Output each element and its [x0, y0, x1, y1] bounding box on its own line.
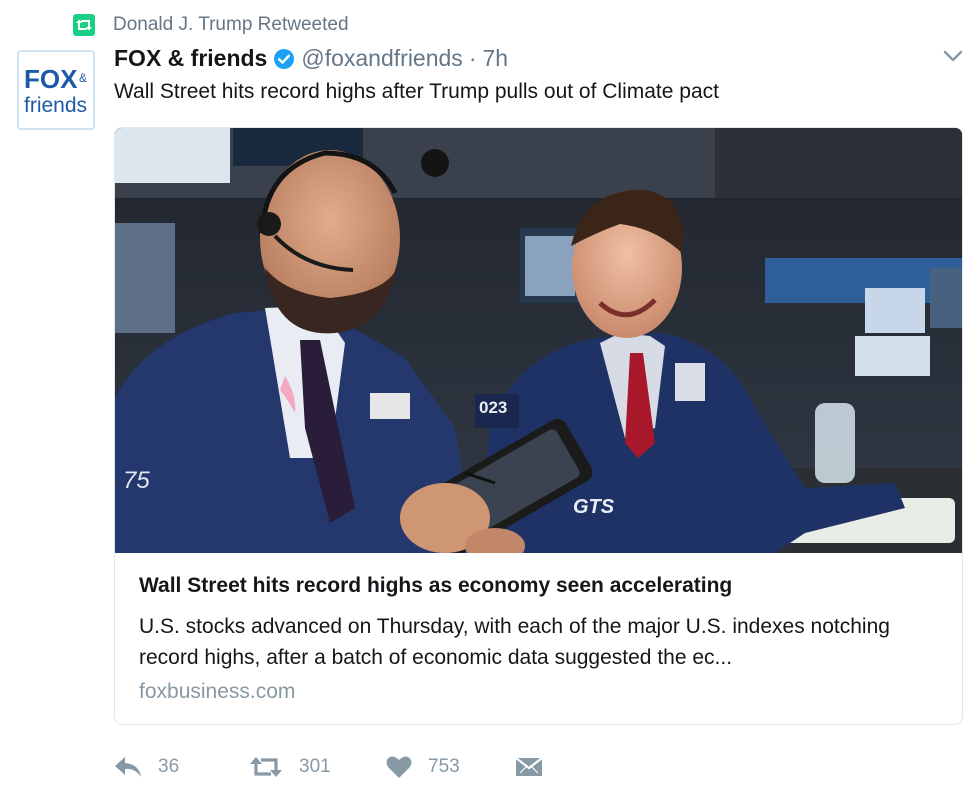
direct-message-button[interactable] [515, 755, 543, 779]
retweet-icon [73, 14, 95, 36]
card-description: U.S. stocks advanced on Thursday, with e… [139, 615, 890, 669]
verified-icon [273, 48, 295, 70]
like-button[interactable]: 753 [386, 755, 515, 779]
chevron-down-icon[interactable] [943, 49, 963, 67]
link-card[interactable]: 023 GTS 75 Wall Street hits record highs… [114, 127, 963, 725]
retweet-context-text: Donald J. Trump Retweeted [113, 14, 349, 35]
badge-number: 023 [479, 398, 507, 417]
retweet-icon [249, 756, 283, 778]
header-separator: · [468, 45, 477, 71]
reply-count: 36 [158, 756, 180, 777]
tweet-timestamp[interactable]: 7h [482, 45, 508, 72]
direct-message-icon [515, 755, 543, 779]
retweet-count: 301 [299, 756, 331, 777]
author-name[interactable]: FOX & friends [114, 45, 267, 72]
avatar[interactable]: FOX & friends [17, 50, 95, 130]
reply-button[interactable]: 36 [114, 756, 249, 778]
tweet-text: Wall Street hits record highs after Trum… [114, 80, 719, 103]
reply-icon [114, 756, 142, 778]
author-handle[interactable]: @foxandfriends [301, 45, 462, 72]
heart-icon [386, 755, 412, 779]
card-image[interactable]: 023 GTS 75 [115, 128, 963, 553]
like-count: 753 [428, 756, 460, 777]
card-domain[interactable]: foxbusiness.com [139, 680, 295, 704]
retweet-context[interactable]: Donald J. Trump Retweeted [73, 14, 349, 36]
tweet-header: FOX & friends @foxandfriends · 7h [114, 45, 508, 72]
svg-text:75: 75 [123, 467, 150, 494]
avatar-logo-text: FOX [24, 64, 78, 94]
card-title[interactable]: Wall Street hits record highs as economy… [139, 574, 732, 598]
avatar-ampersand: & [79, 71, 87, 85]
jacket-logo-right: GTS [573, 496, 615, 518]
tweet-actions: 36 301 753 [114, 755, 543, 779]
avatar-logo-subtext: friends [24, 94, 87, 117]
retweet-button[interactable]: 301 [249, 756, 386, 778]
